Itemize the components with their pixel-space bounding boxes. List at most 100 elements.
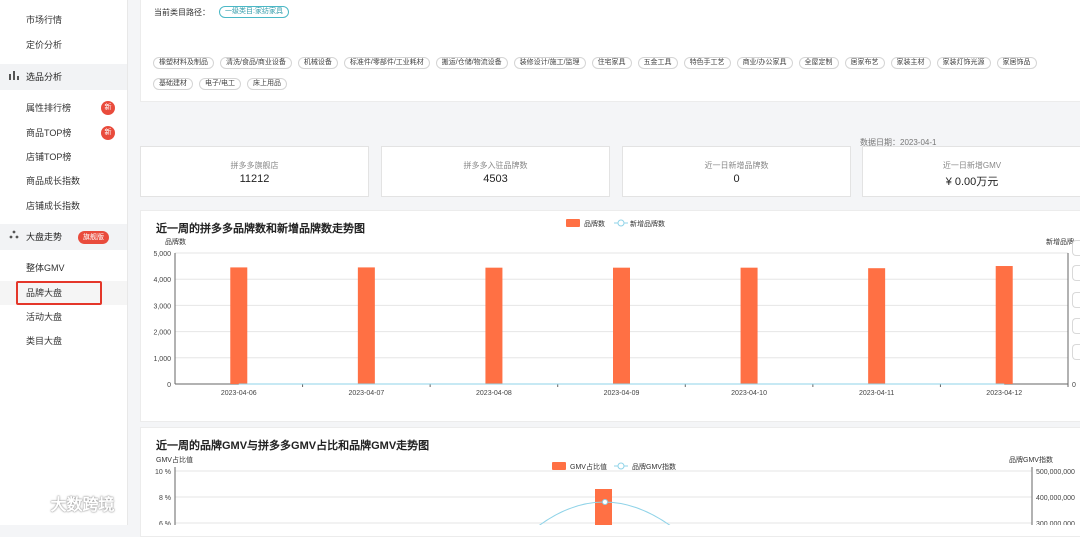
x-tick-label: 2023-04-12 [986, 390, 1022, 397]
category-tag[interactable]: 家居饰品 [996, 57, 1037, 69]
sidebar-group-selection[interactable]: 选品分析 [0, 64, 127, 90]
category-tag[interactable]: 电子/电工 [199, 78, 241, 90]
sidebar-group-label: 大盘走势 [26, 232, 63, 242]
category-tag[interactable]: 全屋定制 [798, 57, 839, 69]
category-tag[interactable]: 装修设计/施工/监理 [513, 57, 586, 69]
sidebar-group-label: 选品分析 [26, 72, 63, 82]
stat-value: 0 [733, 173, 740, 185]
stat-card-flagship-stores: 拼多多旗舰店 11212 [140, 146, 369, 197]
watermark: 大数跨境 [8, 491, 114, 517]
sidebar-item-product-top[interactable]: 商品TOP榜 新 [0, 121, 127, 145]
category-tag[interactable]: 家装灯饰光源 [936, 57, 991, 69]
sidebar-item-overall-gmv[interactable]: 整体GMV [0, 256, 127, 280]
bar-brand-count [485, 267, 503, 384]
category-tag[interactable]: 居家布艺 [844, 57, 885, 69]
y-tick-label: 5,000 [153, 251, 171, 258]
legend-line-marker [617, 219, 625, 227]
x-tick-label: 2023-04-08 [476, 390, 512, 397]
x-tick-label: 2023-04-09 [604, 390, 640, 397]
chart-tool-icon[interactable] [1072, 240, 1080, 256]
sidebar-item-shop-growth[interactable]: 店铺成长指数 [0, 194, 127, 218]
category-tag[interactable]: 家装主材 [890, 57, 931, 69]
category-tag[interactable]: 住宅家具 [591, 57, 632, 69]
bar-brand-count [230, 267, 248, 384]
flagship-badge: 旗舰版 [78, 231, 109, 244]
stat-value: 4503 [483, 173, 508, 185]
bar-brand-count [740, 267, 758, 384]
bar-brand-count [995, 266, 1013, 384]
x-tick-label: 2023-04-07 [348, 390, 384, 397]
watermark-text: 大数跨境 [50, 497, 115, 514]
y-right-tick-label: 300,000,000 [1036, 521, 1075, 525]
legend-label: 品牌数 [584, 219, 605, 228]
legend-bar-swatch [566, 219, 580, 227]
x-tick-label: 2023-04-06 [221, 390, 257, 397]
bar-chart-icon [9, 64, 19, 90]
y-tick-label: 6 % [159, 521, 171, 525]
sidebar-item-pricing[interactable]: 定价分析 [0, 33, 127, 57]
category-tag[interactable]: 基础建材 [153, 78, 193, 90]
stat-label: 近一日新增GMV [942, 161, 1002, 170]
dots-icon [9, 224, 19, 250]
legend-bar-swatch [552, 462, 566, 470]
stat-card-brand-count: 拼多多入驻品牌数 4503 [381, 146, 610, 197]
category-tag[interactable]: 特色手工艺 [683, 57, 731, 69]
category-tag[interactable]: 橡塑材料及制品 [153, 57, 214, 69]
bar-brand-count [868, 268, 886, 384]
sidebar-item-product-growth[interactable]: 商品成长指数 [0, 169, 127, 193]
y-right-tick-label: 500,000,000 [1036, 469, 1075, 476]
stat-label: 近一日新增品牌数 [704, 161, 769, 170]
bar-brand-count [613, 267, 630, 384]
new-badge: 新 [101, 101, 115, 115]
y-tick-label: 2,000 [153, 330, 171, 337]
stat-value: ¥ 0.00万元 [945, 176, 999, 188]
category-tag[interactable]: 床上用品 [246, 78, 287, 90]
sidebar: 市场行情 定价分析 选品分析 属性排行榜 新 商品TOP榜 新 店铺TOP榜 商… [0, 0, 128, 525]
y-tick-label: 1,000 [153, 356, 171, 363]
sidebar-item-shop-top[interactable]: 店铺TOP榜 [0, 145, 127, 169]
chart-tool-icon[interactable] [1072, 265, 1080, 281]
category-path-tag[interactable]: 一级类目:家纺家具 [219, 6, 289, 18]
legend-label: GMV占比值 [570, 462, 607, 471]
chart-tool-icon[interactable] [1072, 292, 1080, 308]
category-tag[interactable]: 机械设备 [297, 57, 338, 69]
stat-card-new-brands: 近一日新增品牌数 0 [622, 146, 851, 197]
stat-label: 拼多多旗舰店 [230, 161, 279, 170]
stat-card-new-gmv: 近一日新增GMV ¥ 0.00万元 [862, 146, 1080, 197]
sidebar-group-trend[interactable]: 大盘走势 旗舰版 [0, 224, 127, 250]
bar-gmv-share [595, 489, 612, 525]
sidebar-item-label: 属性排行榜 [26, 103, 72, 113]
sidebar-item-market[interactable]: 市场行情 [0, 8, 127, 32]
y-tick-label: 8 % [159, 495, 171, 502]
y-tick-label: 4,000 [153, 277, 171, 284]
category-tag[interactable]: 五金工具 [637, 57, 678, 69]
category-panel: 当前类目路径： 一级类目:家纺家具 橡塑材料及制品 清洗/食品/商业设备 机械设备标… [140, 0, 1080, 102]
active-item-highlight [16, 281, 102, 305]
x-tick-label: 2023-04-11 [859, 390, 894, 397]
chart-tool-icon[interactable] [1072, 318, 1080, 334]
y-tick-label: 3,000 [153, 303, 171, 310]
legend-label: 新增品牌数 [630, 219, 665, 228]
chart-tool-icon[interactable] [1072, 344, 1080, 360]
x-tick-label: 2023-04-10 [731, 390, 767, 397]
watermark-logo-icon [8, 497, 50, 515]
y-right-tick-label: 0 [1072, 382, 1076, 389]
legend-line-marker [617, 462, 625, 470]
chart2-svg: GMV占比值 品牌GMV指数 10 % 8 % 6 % 500,000,000 400,00… [155, 462, 1075, 525]
bar-brand-count [357, 267, 375, 384]
sidebar-item-activity-market[interactable]: 活动大盘 [0, 305, 127, 329]
category-tag[interactable]: 商业/办公家具 [736, 57, 793, 69]
category-tag[interactable]: 搬运/仓储/物流设备 [435, 57, 508, 69]
stat-label: 拼多多入驻品牌数 [463, 161, 528, 170]
sidebar-item-category-market[interactable]: 类目大盘 [0, 329, 127, 353]
legend-label: 品牌GMV指数 [632, 462, 676, 471]
sidebar-item-attr-rank[interactable]: 属性排行榜 新 [0, 96, 127, 120]
sidebar-item-label: 商品TOP榜 [26, 128, 72, 138]
chart1-svg: 品牌数 新增品牌数 0 1,000 2,000 3,000 4,000 5,000 0 2023-… [153, 219, 1076, 397]
y-tick-label: 0 [167, 382, 171, 389]
new-badge: 新 [101, 126, 115, 140]
category-tag[interactable]: 清洗/食品/商业设备 [220, 57, 292, 69]
category-tag[interactable]: 标准件/零部件/工业耗材 [343, 57, 430, 69]
category-path-label: 当前类目路径： [154, 8, 210, 17]
stat-value: 11212 [239, 173, 270, 185]
